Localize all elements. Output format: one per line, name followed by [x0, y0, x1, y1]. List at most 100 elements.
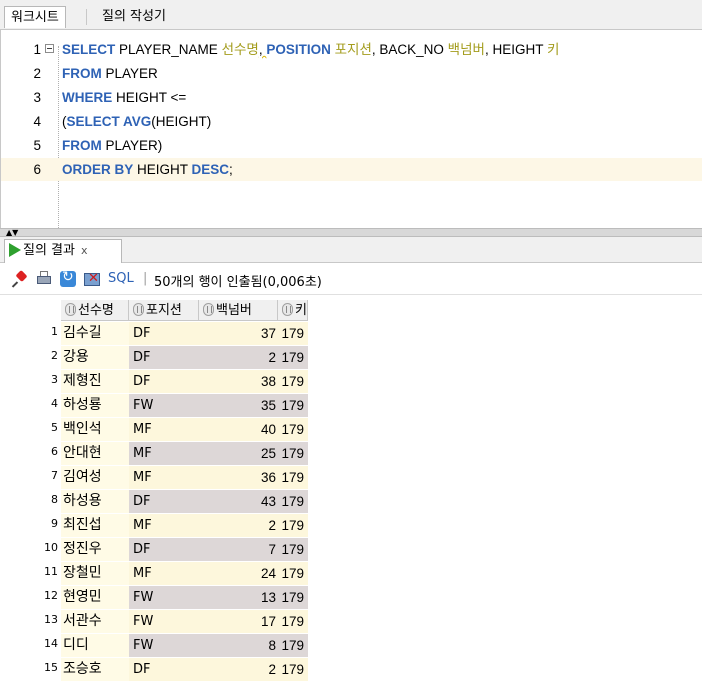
table-row[interactable]: 10 정진우 DF 7 179 [0, 538, 308, 561]
cell-back-no[interactable]: 24 [199, 562, 278, 585]
cell-player-name[interactable]: 정진우 [61, 538, 129, 561]
cell-height[interactable]: 179 [278, 442, 308, 465]
cell-height[interactable]: 179 [278, 658, 308, 681]
cell-position[interactable]: DF [129, 322, 199, 345]
table-row[interactable]: 7 김여성 MF 36 179 [0, 466, 308, 489]
cell-back-no[interactable]: 40 [199, 418, 278, 441]
table-row[interactable]: 15 조승호 DF 2 179 [0, 658, 308, 681]
table-row[interactable]: 14 디디 FW 8 179 [0, 634, 308, 657]
column-header-position[interactable]: 포지션 [129, 300, 199, 321]
fold-toggle-icon[interactable] [45, 44, 54, 53]
cell-height[interactable]: 179 [278, 346, 308, 369]
table-row[interactable]: 13 서관수 FW 17 179 [0, 610, 308, 633]
cell-height[interactable]: 179 [278, 322, 308, 345]
cell-player-name[interactable]: 제형진 [61, 370, 129, 393]
sql-button[interactable]: SQL [108, 271, 134, 286]
code-line[interactable]: 1 SELECT PLAYER_NAME 선수명, POSITION 포지션, B… [1, 38, 702, 61]
table-row[interactable]: 5 백인석 MF 40 179 [0, 418, 308, 441]
cell-player-name[interactable]: 최진섭 [61, 514, 129, 537]
tab-query-builder[interactable]: 질의 작성기 [96, 6, 172, 28]
cell-player-name[interactable]: 조승호 [61, 658, 129, 681]
cell-back-no[interactable]: 25 [199, 442, 278, 465]
sql-editor[interactable]: 1 SELECT PLAYER_NAME 선수명, POSITION 포지션, B… [0, 30, 702, 228]
cell-player-name[interactable]: 백인석 [61, 418, 129, 441]
table-row[interactable]: 9 최진섭 MF 2 179 [0, 514, 308, 537]
cell-position[interactable]: DF [129, 490, 199, 513]
cell-height[interactable]: 179 [278, 634, 308, 657]
cell-height[interactable]: 179 [278, 514, 308, 537]
cell-position[interactable]: MF [129, 466, 199, 489]
code-line[interactable]: 2 FROM PLAYER [1, 62, 702, 85]
table-row[interactable]: 8 하성용 DF 43 179 [0, 490, 308, 513]
cell-position[interactable]: FW [129, 634, 199, 657]
cell-position[interactable]: FW [129, 610, 199, 633]
cell-back-no[interactable]: 36 [199, 466, 278, 489]
cell-back-no[interactable]: 38 [199, 370, 278, 393]
cell-player-name[interactable]: 김수길 [61, 322, 129, 345]
cell-height[interactable]: 179 [278, 370, 308, 393]
column-header-height[interactable]: 키 [278, 300, 308, 321]
cell-position[interactable]: DF [129, 346, 199, 369]
tab-query-result[interactable]: 질의 결과 x [4, 239, 122, 263]
cell-player-name[interactable]: 안대현 [61, 442, 129, 465]
sort-handle-icon[interactable] [203, 303, 214, 316]
cell-height[interactable]: 179 [278, 490, 308, 513]
cell-position[interactable]: DF [129, 370, 199, 393]
close-tab-icon[interactable]: x [81, 244, 88, 257]
table-row[interactable]: 6 안대현 MF 25 179 [0, 442, 308, 465]
cell-player-name[interactable]: 김여성 [61, 466, 129, 489]
sort-handle-icon[interactable] [65, 303, 76, 316]
cell-back-no[interactable]: 37 [199, 322, 278, 345]
sort-handle-icon[interactable] [282, 303, 293, 316]
cell-player-name[interactable]: 강용 [61, 346, 129, 369]
code-line[interactable]: 5 FROM PLAYER) [1, 134, 702, 157]
tab-worksheet[interactable]: 워크시트 [4, 6, 66, 28]
refresh-icon[interactable] [60, 269, 76, 287]
splitter-arrows-icon[interactable]: ▲▼ [6, 229, 18, 237]
table-row[interactable]: 4 하성룡 FW 35 179 [0, 394, 308, 417]
table-row[interactable]: 2 강용 DF 2 179 [0, 346, 308, 369]
code-line[interactable]: 6 ORDER BY HEIGHT DESC; [1, 158, 702, 181]
cell-player-name[interactable]: 디디 [61, 634, 129, 657]
cell-height[interactable]: 179 [278, 394, 308, 417]
cell-height[interactable]: 179 [278, 562, 308, 585]
cell-player-name[interactable]: 현영민 [61, 586, 129, 609]
panel-splitter[interactable]: ▲▼ [0, 228, 702, 237]
cell-height[interactable]: 179 [278, 418, 308, 441]
table-row[interactable]: 3 제형진 DF 38 179 [0, 370, 308, 393]
cell-height[interactable]: 179 [278, 538, 308, 561]
pin-icon[interactable] [11, 269, 28, 288]
code-line[interactable]: 4 (SELECT AVG(HEIGHT) [1, 110, 702, 133]
cell-position[interactable]: MF [129, 514, 199, 537]
cell-back-no[interactable]: 2 [199, 658, 278, 681]
column-header-player-name[interactable]: 선수명 [61, 300, 129, 321]
table-row[interactable]: 11 장철민 MF 24 179 [0, 562, 308, 585]
cell-player-name[interactable]: 하성룡 [61, 394, 129, 417]
sort-handle-icon[interactable] [133, 303, 144, 316]
cell-position[interactable]: MF [129, 562, 199, 585]
cell-back-no[interactable]: 2 [199, 346, 278, 369]
cell-back-no[interactable]: 43 [199, 490, 278, 513]
cell-position[interactable]: MF [129, 442, 199, 465]
cell-position[interactable]: FW [129, 394, 199, 417]
cell-height[interactable]: 179 [278, 586, 308, 609]
cell-height[interactable]: 179 [278, 466, 308, 489]
cell-back-no[interactable]: 2 [199, 514, 278, 537]
results-grid[interactable]: 선수명 포지션 백넘버 키 1 김수길 DF 37 179 2 강용 DF 2 179 3 제형진 DF… [0, 295, 702, 695]
cell-height[interactable]: 179 [278, 610, 308, 633]
code-line[interactable]: 3 WHERE HEIGHT <= [1, 86, 702, 109]
cell-back-no[interactable]: 35 [199, 394, 278, 417]
table-row[interactable]: 1 김수길 DF 37 179 [0, 322, 308, 345]
cell-back-no[interactable]: 13 [199, 586, 278, 609]
cell-position[interactable]: DF [129, 658, 199, 681]
column-header-back-no[interactable]: 백넘버 [199, 300, 278, 321]
cell-player-name[interactable]: 하성용 [61, 490, 129, 513]
cell-position[interactable]: FW [129, 586, 199, 609]
cell-player-name[interactable]: 장철민 [61, 562, 129, 585]
print-icon[interactable] [36, 271, 52, 287]
cell-player-name[interactable]: 서관수 [61, 610, 129, 633]
cancel-fetch-icon[interactable] [84, 271, 100, 287]
cell-position[interactable]: DF [129, 538, 199, 561]
cell-back-no[interactable]: 17 [199, 610, 278, 633]
table-row[interactable]: 12 현영민 FW 13 179 [0, 586, 308, 609]
